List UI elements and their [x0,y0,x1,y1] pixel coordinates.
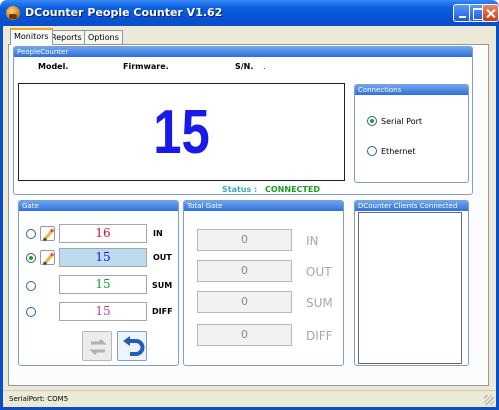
undo-arrow-icon [123,336,145,356]
window-title: DCounter People Counter V1.62 [25,6,223,19]
ethernet-radio[interactable] [367,146,377,156]
firmware-label: Firmware. [123,62,169,71]
reset-button[interactable] [117,331,147,361]
gate-in-radio[interactable] [26,229,36,239]
total-in-value: 0 [197,229,292,251]
clients-group-title: DCounter Clients Connected [355,201,468,211]
total-diff-value: 0 [197,324,292,346]
gate-out-value: 15 [59,248,147,267]
count-display: 15 [18,83,345,181]
gate-sum-value: 15 [59,275,147,294]
total-gate-group-title: Total Gate [184,201,343,211]
ethernet-label[interactable]: Ethernet [381,147,415,156]
tab-options[interactable]: Options [84,30,123,44]
status-value: CONNECTED [265,185,320,194]
connections-group: Connections [354,84,469,183]
gate-out-radio[interactable] [26,253,36,263]
app-icon [6,6,20,20]
serial-port-radio[interactable] [367,116,377,126]
sn-value: . [263,62,266,71]
total-in-label: IN [306,234,319,248]
model-label: Model. [38,62,69,71]
big-count-value: 15 [153,98,210,167]
serial-port-status: SerialPort: COM5 [9,395,69,403]
edit-out-pencil-icon[interactable] [40,250,55,265]
gate-diff-radio[interactable] [26,307,36,317]
status-bar: SerialPort: COM5 [3,390,496,407]
total-out-value: 0 [197,260,292,282]
gate-out-label: OUT [153,253,172,262]
total-diff-label: DIFF [306,329,333,343]
resize-grip-icon[interactable] [484,395,494,405]
gate-in-label: IN [153,229,163,238]
gate-sum-radio[interactable] [26,281,36,291]
gate-diff-label: DIFF [152,307,173,316]
gate-in-value: 16 [59,224,147,243]
gate-sum-label: SUM [152,281,173,290]
gate-diff-value: 15 [59,302,147,321]
total-sum-value: 0 [197,291,292,313]
gate-group-title: Gate [19,201,178,211]
clients-list[interactable] [358,212,462,364]
status-label: Status : [222,185,258,194]
swap-button[interactable] [82,331,112,361]
total-out-label: OUT [306,265,332,279]
swap-arrows-icon [89,338,107,356]
close-button[interactable] [482,4,499,22]
total-sum-label: SUM [306,296,333,310]
sn-label: S/N. [235,62,254,71]
tab-monitors[interactable]: Monitors [10,28,53,45]
people-counter-group-title: PeopleCounter [14,47,472,57]
tab-reports[interactable]: Reports [47,30,86,44]
title-bar[interactable]: DCounter People Counter V1.62 [0,0,499,26]
connections-group-title: Connections [355,85,468,95]
serial-port-label[interactable]: Serial Port [381,117,422,126]
edit-in-pencil-icon[interactable] [40,226,55,241]
